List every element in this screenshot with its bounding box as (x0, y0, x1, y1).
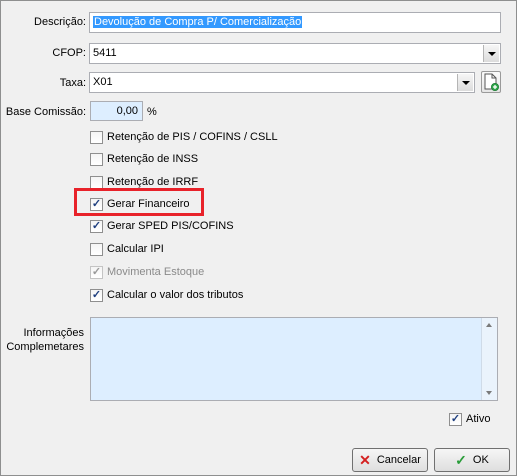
taxa-label: Taxa: (59, 77, 86, 89)
ativo-checkbox-row[interactable]: ✓ Ativo (449, 411, 490, 427)
ok-button-label: OK (472, 454, 489, 466)
descricao-label: Descrição: (34, 16, 86, 28)
percent-unit: % (147, 106, 157, 118)
scroll-down-icon[interactable] (486, 391, 492, 395)
ativo-checkbox[interactable]: ✓ (449, 412, 462, 426)
descricao-value: Devolução de Compra P/ Comercialização (93, 16, 303, 28)
ativo-label: Ativo (466, 413, 491, 425)
checkbox[interactable] (90, 175, 103, 189)
informacoes-label-line2: Complemetares (6, 341, 84, 353)
cfop-label: CFOP: (52, 47, 86, 59)
taxa-select[interactable]: X01 (89, 72, 475, 93)
new-document-button[interactable] (481, 71, 501, 93)
ok-button[interactable]: ✓ OK (434, 448, 510, 472)
checkbox-label: Retenção de PIS / COFINS / CSLL (107, 131, 278, 143)
checkmark-icon: ✓ (455, 452, 467, 468)
checkbox-row[interactable]: ✓ Calcular o valor dos tributos (90, 287, 243, 303)
taxa-dropdown-button[interactable] (457, 74, 473, 91)
scroll-up-icon[interactable] (486, 323, 492, 327)
checkbox[interactable] (90, 242, 103, 256)
checkbox[interactable] (90, 130, 103, 144)
cfop-select[interactable]: 5411 (89, 43, 501, 64)
taxa-value: X01 (93, 76, 113, 88)
informacoes-textarea[interactable] (90, 317, 498, 401)
checkbox-label: Gerar SPED PIS/COFINS (107, 220, 234, 232)
checkmark-icon: ✓ (91, 219, 102, 232)
checkbox-label: Calcular IPI (107, 243, 164, 255)
checkbox-row: ✓ Movimenta Estoque (90, 264, 204, 280)
base-comissao-value: 0,00 (116, 105, 138, 117)
checkbox-label: Calcular o valor dos tributos (107, 289, 244, 301)
checkmark-icon: ✓ (91, 288, 102, 301)
checkmark-icon: ✓ (91, 265, 102, 278)
memo-scrollbar[interactable] (481, 318, 497, 400)
highlight-box (74, 188, 204, 216)
checkbox-row[interactable]: Retenção de INSS (90, 151, 198, 167)
checkbox[interactable] (90, 152, 103, 166)
checkbox[interactable]: ✓ (90, 219, 103, 233)
cancel-button-label: Cancelar (376, 454, 421, 466)
close-x-icon: ✕ (359, 452, 371, 468)
cfop-dropdown-button[interactable] (483, 45, 499, 62)
chevron-down-icon (487, 51, 496, 56)
checkbox-row[interactable]: Retenção de PIS / COFINS / CSLL (90, 129, 278, 145)
informacoes-label-line1: Informações (23, 327, 84, 339)
checkbox-label: Retenção de INSS (107, 153, 199, 165)
chevron-down-icon (461, 80, 470, 85)
checkbox[interactable]: ✓ (90, 288, 103, 302)
checkmark-icon: ✓ (450, 412, 461, 425)
descricao-input[interactable]: Devolução de Compra P/ Comercialização (89, 12, 501, 33)
checkbox-row[interactable]: ✓ Gerar SPED PIS/COFINS (90, 218, 234, 234)
checkbox-row[interactable]: Calcular IPI (90, 241, 164, 257)
new-document-icon (484, 73, 499, 91)
checkbox: ✓ (90, 265, 103, 279)
checkbox-label: Movimenta Estoque (107, 266, 205, 278)
cfop-value: 5411 (93, 47, 117, 59)
checkbox-label: Retenção de IRRF (107, 176, 199, 188)
base-comissao-label: Base Comissão: (5, 106, 86, 118)
base-comissao-input[interactable]: 0,00 (90, 101, 143, 121)
cancel-button[interactable]: ✕ Cancelar (352, 448, 428, 472)
